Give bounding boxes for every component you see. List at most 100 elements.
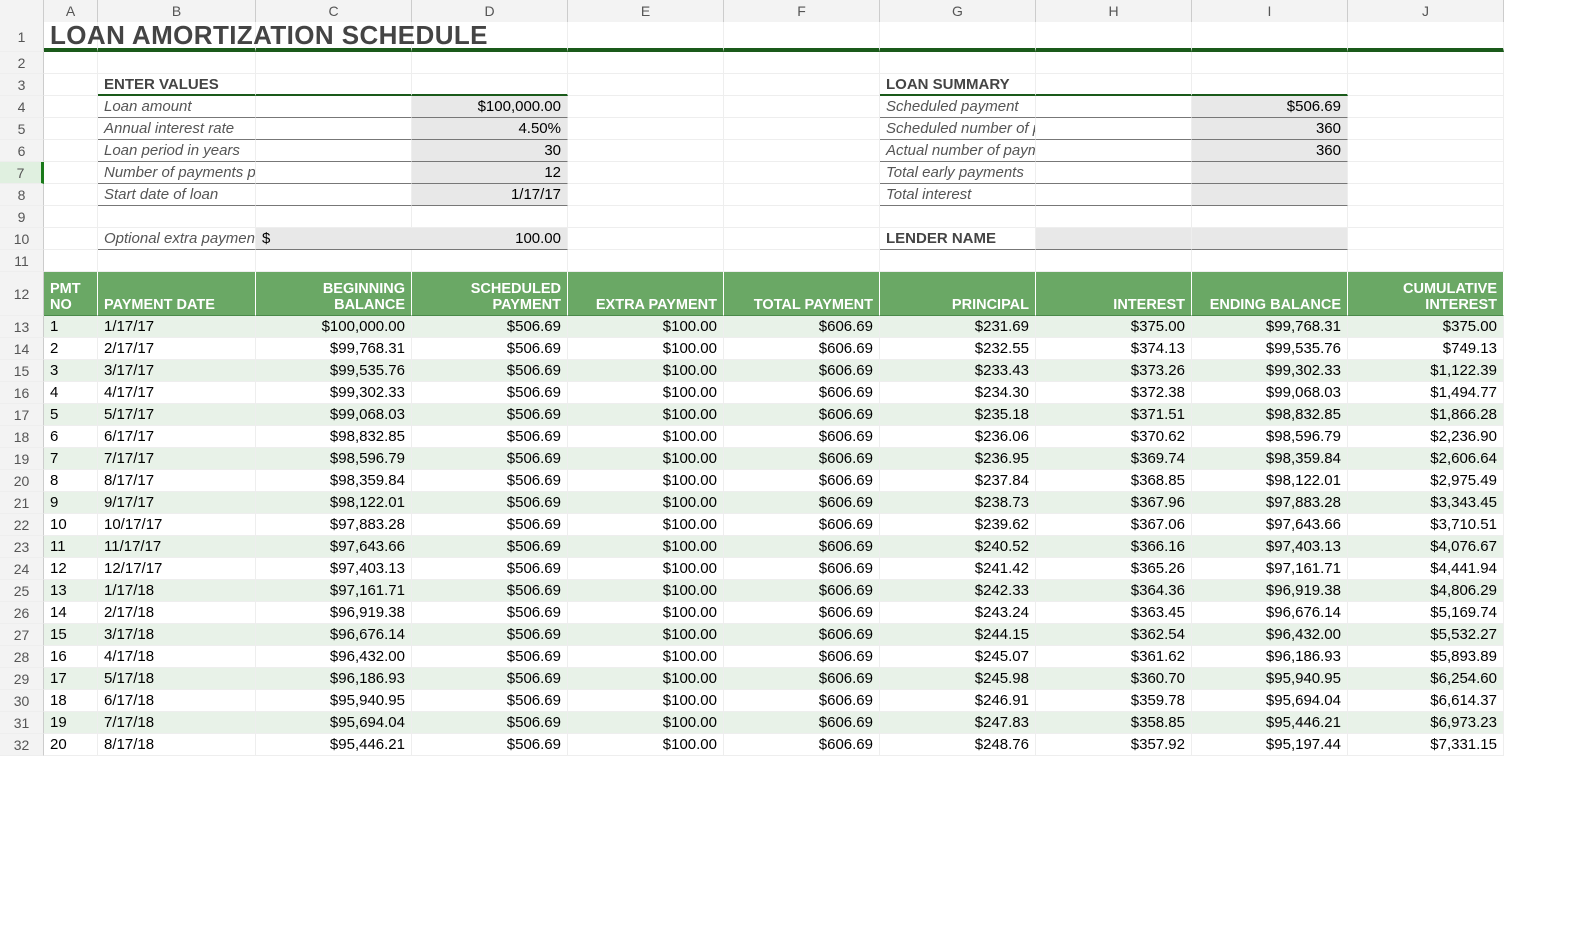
cell-extra[interactable]: $100.00 — [568, 690, 724, 712]
cell-A7[interactable] — [44, 162, 98, 184]
period-years-label[interactable]: Loan period in years — [98, 140, 256, 162]
cell-F2[interactable] — [724, 52, 880, 74]
cell-B11[interactable] — [98, 250, 256, 272]
cell-end[interactable]: $98,832.85 — [1192, 404, 1348, 426]
cell-E4[interactable] — [568, 96, 724, 118]
cell-D2[interactable] — [412, 52, 568, 74]
cell-int[interactable]: $361.62 — [1036, 646, 1192, 668]
cell-n[interactable]: 16 — [44, 646, 98, 668]
cell-A11[interactable] — [44, 250, 98, 272]
row-header-14[interactable]: 14 — [0, 338, 44, 360]
cell-sched[interactable]: $506.69 — [412, 514, 568, 536]
cell-sched[interactable]: $506.69 — [412, 690, 568, 712]
cell-extra[interactable]: $100.00 — [568, 470, 724, 492]
cell-J6[interactable] — [1348, 140, 1504, 162]
row-header-15[interactable]: 15 — [0, 360, 44, 382]
cell-int[interactable]: $362.54 — [1036, 624, 1192, 646]
cell-n[interactable]: 11 — [44, 536, 98, 558]
cell-date[interactable]: 3/17/17 — [98, 360, 256, 382]
cell-A10[interactable] — [44, 228, 98, 250]
cell-beg[interactable]: $97,883.28 — [256, 514, 412, 536]
hdr-end-balance[interactable]: ENDING BALANCE — [1192, 272, 1348, 316]
extra-payments-currency[interactable]: $ — [256, 228, 412, 250]
cell-beg[interactable]: $97,161.71 — [256, 580, 412, 602]
cell-sched[interactable]: $506.69 — [412, 360, 568, 382]
cell-E8[interactable] — [568, 184, 724, 206]
cell-date[interactable]: 1/17/18 — [98, 580, 256, 602]
cell-int[interactable]: $360.70 — [1036, 668, 1192, 690]
cell-A3[interactable] — [44, 74, 98, 96]
cell-date[interactable]: 7/17/17 — [98, 448, 256, 470]
loan-summary-header[interactable]: LOAN SUMMARY — [880, 74, 1036, 96]
cell-E5[interactable] — [568, 118, 724, 140]
cell-E9[interactable] — [568, 206, 724, 228]
cell-beg[interactable]: $98,832.85 — [256, 426, 412, 448]
total-interest-value[interactable] — [1192, 184, 1348, 206]
cell-extra[interactable]: $100.00 — [568, 734, 724, 756]
row-header-19[interactable]: 19 — [0, 448, 44, 470]
cell-sched[interactable]: $506.69 — [412, 426, 568, 448]
cell-C6[interactable] — [256, 140, 412, 162]
cell-cum[interactable]: $2,606.64 — [1348, 448, 1504, 470]
cell-prin[interactable]: $235.18 — [880, 404, 1036, 426]
cell-A2[interactable] — [44, 52, 98, 74]
cell-cum[interactable]: $6,254.60 — [1348, 668, 1504, 690]
cell-cum[interactable]: $6,973.23 — [1348, 712, 1504, 734]
cell-end[interactable]: $99,302.33 — [1192, 360, 1348, 382]
cell-extra[interactable]: $100.00 — [568, 646, 724, 668]
cell-extra[interactable]: $100.00 — [568, 338, 724, 360]
cell-beg[interactable]: $96,919.38 — [256, 602, 412, 624]
cell-sched[interactable]: $506.69 — [412, 734, 568, 756]
cell-total[interactable]: $606.69 — [724, 712, 880, 734]
cell-H8[interactable] — [1036, 184, 1192, 206]
cell-int[interactable]: $372.38 — [1036, 382, 1192, 404]
cell-end[interactable]: $99,068.03 — [1192, 382, 1348, 404]
hdr-payment-date[interactable]: PAYMENT DATE — [98, 272, 256, 316]
hdr-pmt-no[interactable]: PMT NO — [44, 272, 98, 316]
cell-cum[interactable]: $3,710.51 — [1348, 514, 1504, 536]
cell-H4[interactable] — [1036, 96, 1192, 118]
hdr-beg-balance[interactable]: BEGINNING BALANCE — [256, 272, 412, 316]
cell-total[interactable]: $606.69 — [724, 470, 880, 492]
cell-extra[interactable]: $100.00 — [568, 624, 724, 646]
cell-n[interactable]: 17 — [44, 668, 98, 690]
cell-end[interactable]: $96,432.00 — [1192, 624, 1348, 646]
cell-end[interactable]: $95,940.95 — [1192, 668, 1348, 690]
cell-sched[interactable]: $506.69 — [412, 580, 568, 602]
cell-date[interactable]: 6/17/17 — [98, 426, 256, 448]
cell-n[interactable]: 8 — [44, 470, 98, 492]
cell-int[interactable]: $357.92 — [1036, 734, 1192, 756]
cell-n[interactable]: 6 — [44, 426, 98, 448]
cell-H11[interactable] — [1036, 250, 1192, 272]
row-header-21[interactable]: 21 — [0, 492, 44, 514]
cell-extra[interactable]: $100.00 — [568, 580, 724, 602]
cell-C5[interactable] — [256, 118, 412, 140]
cell-beg[interactable]: $97,643.66 — [256, 536, 412, 558]
cell-beg[interactable]: $95,694.04 — [256, 712, 412, 734]
cell-int[interactable]: $365.26 — [1036, 558, 1192, 580]
cell-total[interactable]: $606.69 — [724, 734, 880, 756]
cell-total[interactable]: $606.69 — [724, 580, 880, 602]
row-header-12[interactable]: 12 — [0, 272, 44, 316]
row-header-30[interactable]: 30 — [0, 690, 44, 712]
cell-end[interactable]: $98,359.84 — [1192, 448, 1348, 470]
cell-int[interactable]: $374.13 — [1036, 338, 1192, 360]
lender-name-header[interactable]: LENDER NAME — [880, 228, 1036, 250]
cell-I10[interactable] — [1192, 228, 1348, 250]
cell-end[interactable]: $95,446.21 — [1192, 712, 1348, 734]
cell-extra[interactable]: $100.00 — [568, 668, 724, 690]
cell-date[interactable]: 8/17/17 — [98, 470, 256, 492]
cell-H9[interactable] — [1036, 206, 1192, 228]
cell-n[interactable]: 3 — [44, 360, 98, 382]
cell-n[interactable]: 9 — [44, 492, 98, 514]
cell-prin[interactable]: $248.76 — [880, 734, 1036, 756]
cell-n[interactable]: 20 — [44, 734, 98, 756]
cell-total[interactable]: $606.69 — [724, 382, 880, 404]
cell-B9[interactable] — [98, 206, 256, 228]
cell-date[interactable]: 8/17/18 — [98, 734, 256, 756]
cell-G9[interactable] — [880, 206, 1036, 228]
payments-per-year-label[interactable]: Number of payments per year — [98, 162, 256, 184]
cell-D9[interactable] — [412, 206, 568, 228]
cell-H5[interactable] — [1036, 118, 1192, 140]
start-date-value[interactable]: 1/17/17 — [412, 184, 568, 206]
